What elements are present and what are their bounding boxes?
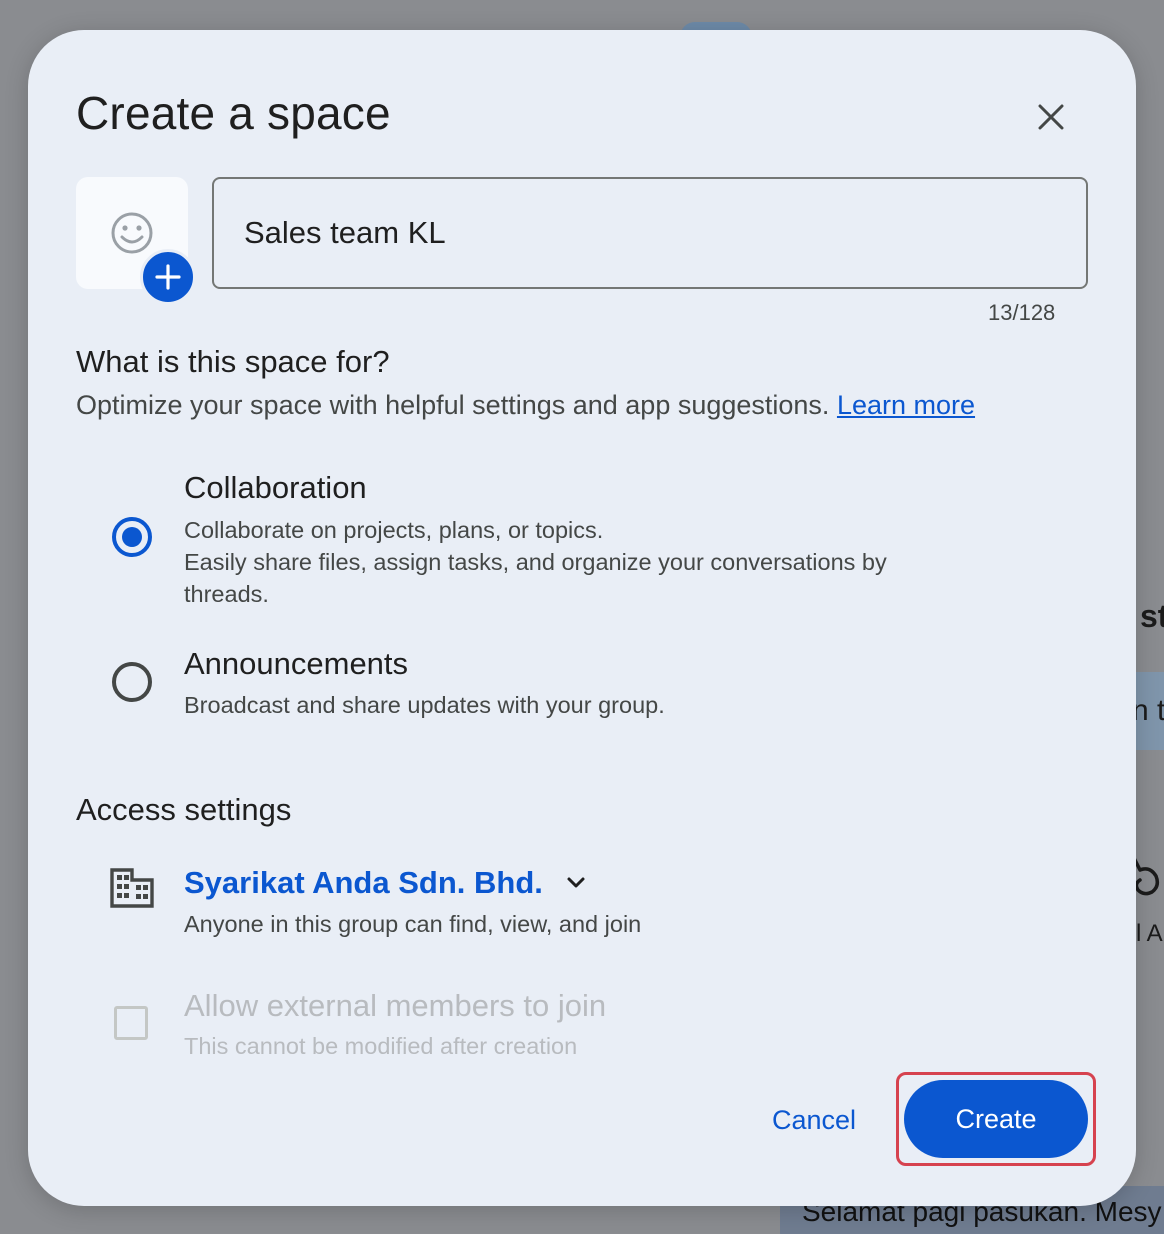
building-icon — [110, 868, 154, 908]
collaboration-description: Collaborate on projects, plans, or topic… — [184, 514, 944, 610]
collaboration-desc-line2: Easily share files, assign tasks, and or… — [184, 549, 887, 607]
space-name-input[interactable] — [212, 177, 1088, 289]
announcements-title[interactable]: Announcements — [184, 646, 408, 682]
emoji-smile-icon — [111, 212, 153, 254]
background-text-fragment: n t — [1132, 694, 1164, 727]
dialog-title: Create a space — [76, 87, 391, 139]
chevron-down-icon — [567, 877, 585, 888]
cancel-button[interactable]: Cancel — [756, 1090, 872, 1150]
collaboration-desc-line1: Collaborate on projects, plans, or topic… — [184, 517, 604, 543]
external-members-checkbox[interactable] — [114, 1006, 148, 1040]
organization-access-description: Anyone in this group can find, view, and… — [184, 911, 642, 937]
learn-more-link[interactable]: Learn more — [837, 390, 975, 420]
access-settings-heading: Access settings — [76, 792, 292, 827]
announcements-description: Broadcast and share updates with your gr… — [184, 692, 665, 718]
organization-dropdown[interactable]: Syarikat Anda Sdn. Bhd. — [184, 865, 587, 901]
organization-name: Syarikat Anda Sdn. Bhd. — [184, 865, 543, 900]
close-button[interactable] — [1028, 94, 1074, 140]
plus-icon — [155, 264, 181, 290]
create-button[interactable]: Create — [904, 1080, 1088, 1158]
character-count: 13/128 — [988, 300, 1056, 325]
collaboration-radio[interactable] — [112, 517, 152, 557]
external-members-description: This cannot be modified after creation — [184, 1033, 578, 1059]
purpose-subtitle-text: Optimize your space with helpful setting… — [76, 390, 830, 420]
announcements-radio[interactable] — [112, 662, 152, 702]
purpose-heading: What is this space for? — [76, 344, 390, 379]
close-icon — [1038, 104, 1064, 130]
collaboration-title[interactable]: Collaboration — [184, 470, 367, 506]
external-members-title: Allow external members to join — [184, 988, 607, 1023]
add-avatar-button[interactable] — [140, 249, 196, 305]
create-space-dialog: Create a space 13/128 What is this space… — [28, 30, 1136, 1206]
background-text-fragment: l A — [1136, 920, 1163, 947]
background-text-fragment: st — [1140, 598, 1164, 634]
purpose-subtitle: Optimize your space with helpful setting… — [76, 390, 975, 421]
